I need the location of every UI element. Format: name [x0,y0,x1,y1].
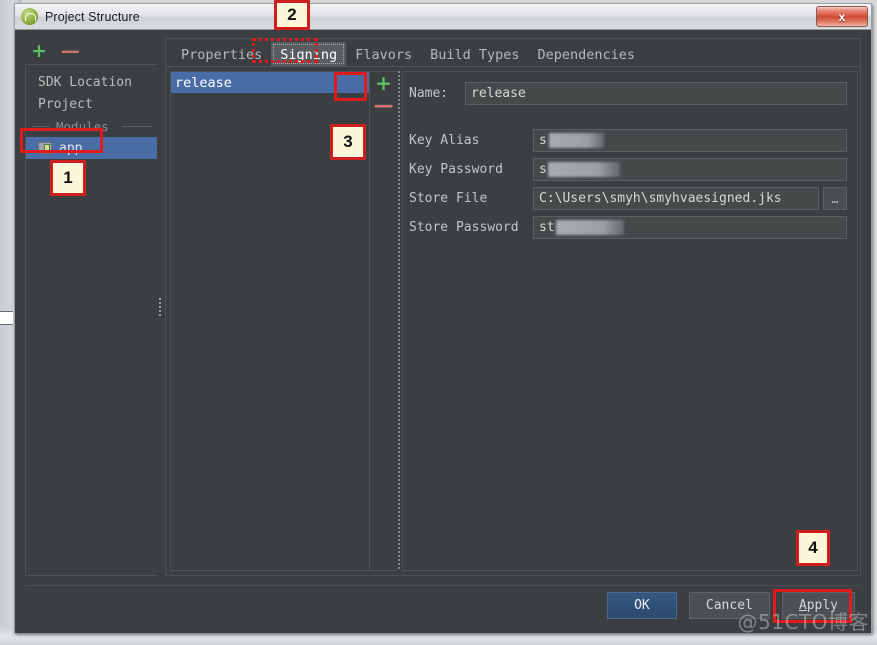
sidebar: + — SDK Location Project Modules app [25,38,157,576]
tab-bar: Properties Signing Flavors Build Types D… [166,39,860,67]
store-password-value: st [539,220,555,235]
key-alias-value: s [539,133,547,148]
android-studio-icon [21,8,38,25]
tab-label: Signing [280,46,338,63]
redaction-overlay [556,220,624,235]
apply-accel-letter: A [798,598,807,613]
sidebar-group-label: Modules [56,118,109,134]
name-value: release [471,86,526,101]
name-label: Name: [409,86,449,101]
window-titlebar: Project Structure x [15,4,871,30]
key-password-value: s [539,162,547,177]
tab-label: Dependencies [537,46,636,63]
key-password-row: Key Password s [409,158,847,181]
store-file-row: Store File C:\Users\smyh\smyhvaesigned.j… [409,187,847,210]
plus-icon[interactable]: + [31,41,47,61]
project-structure-dialog: Project Structure x + — SDK Location Pro… [14,3,872,633]
signing-config-toolbar: + — [370,71,397,571]
add-signing-config-icon[interactable]: + [375,73,392,93]
main-panel: Properties Signing Flavors Build Types D… [165,38,861,576]
name-field[interactable]: release [465,82,847,105]
dialog-body: + — SDK Location Project Modules app Pro… [15,30,871,633]
splitter-grip-icon [159,296,162,318]
store-file-label: Store File [409,191,488,206]
module-tree: SDK Location Project Modules app [25,64,157,576]
store-password-row: Store Password st [409,216,847,239]
store-password-label: Store Password [409,220,519,235]
tab-label: Properties [181,46,263,63]
key-password-label: Key Password [409,162,503,177]
sidebar-item-project[interactable]: Project [26,93,157,115]
key-password-field[interactable]: s [533,158,847,181]
tab-signing[interactable]: Signing [271,42,347,66]
tab-flavors[interactable]: Flavors [346,42,421,66]
annotation-1: 1 [50,160,86,196]
signing-panel: release + — Name: release Key Alias s Ke… [166,67,860,575]
browse-store-file-button[interactable]: … [823,187,847,210]
name-row: Name: release [409,82,847,105]
window-title: Project Structure [45,9,140,24]
sidebar-group-modules: Modules [26,115,157,137]
signing-form: Name: release Key Alias s Key Password s… [402,71,858,571]
cancel-button[interactable]: Cancel [688,592,770,619]
store-password-field[interactable]: st [533,216,847,239]
annotation-2: 2 [274,0,310,30]
tab-label: Build Types [430,46,520,63]
tab-dependencies[interactable]: Dependencies [529,42,645,66]
button-bar: OK Cancel Apply [25,592,861,619]
redaction-overlay [548,162,620,177]
tab-properties[interactable]: Properties [172,42,271,66]
key-alias-row: Key Alias s [409,129,847,152]
apply-button[interactable]: Apply [781,592,855,619]
minus-icon[interactable]: — [61,41,80,61]
key-alias-label: Key Alias [409,133,480,148]
annotation-4: 4 [796,530,830,566]
signing-config-name: release [175,74,232,91]
sidebar-item-label: Project [38,96,93,112]
apply-label-rest: pply [806,598,838,613]
store-file-value: C:\Users\smyh\smyhvaesigned.jks [539,191,782,206]
desktop-backdrop-notch [0,311,13,325]
credentials-rows: Key Alias s Key Password s Store File C:… [409,129,847,239]
sidebar-item-label: app [59,140,83,156]
tab-label: Flavors [355,46,413,63]
store-file-field[interactable]: C:\Users\smyh\smyhvaesigned.jks [533,187,819,210]
module-icon [38,141,53,155]
key-alias-field[interactable]: s [533,129,847,152]
button-bar-separator [25,585,861,586]
dialog-content: + — SDK Location Project Modules app Pro… [25,38,861,576]
redaction-overlay [549,133,604,148]
close-icon[interactable]: x [816,6,868,27]
sidebar-item-sdk-location[interactable]: SDK Location [26,71,157,93]
list-item[interactable]: release [171,72,369,93]
ok-button[interactable]: OK [606,592,677,619]
sidebar-item-label: SDK Location [38,74,132,90]
panel-splitter[interactable] [157,38,165,576]
sidebar-item-app[interactable]: app [26,137,157,159]
tab-build-types[interactable]: Build Types [421,42,528,66]
annotation-3: 3 [330,124,366,160]
remove-signing-config-icon[interactable]: — [374,95,394,115]
sidebar-toolbar: + — [25,38,157,64]
